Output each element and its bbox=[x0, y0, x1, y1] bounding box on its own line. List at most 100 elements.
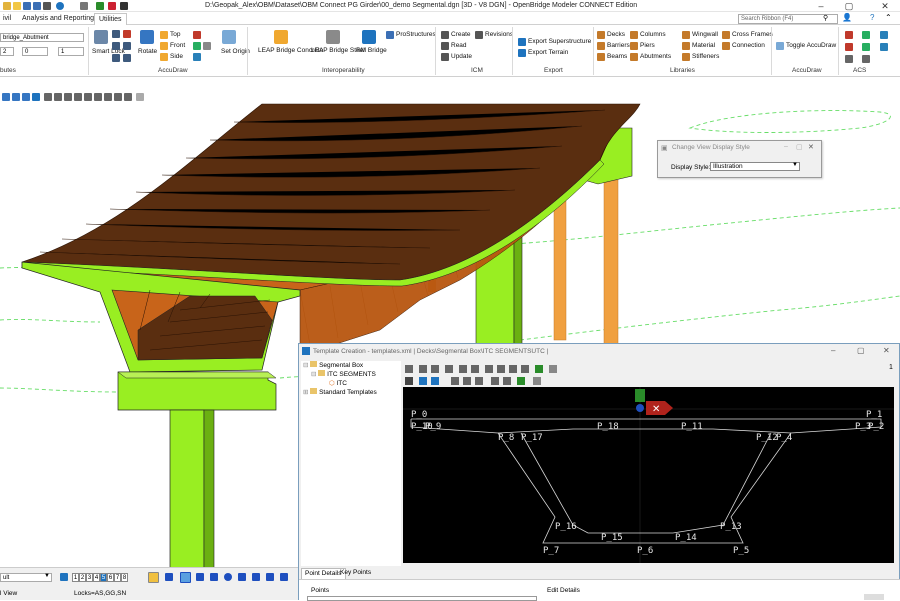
tool-icon[interactable] bbox=[459, 365, 467, 373]
acs-icon[interactable] bbox=[880, 43, 888, 51]
icm-update-label[interactable]: Update bbox=[451, 53, 472, 60]
snap-mode-icon[interactable] bbox=[224, 573, 232, 581]
tool-icon[interactable] bbox=[521, 365, 529, 373]
icm-revisions-label[interactable]: Revisions bbox=[485, 31, 513, 38]
pin-icon[interactable] bbox=[96, 2, 104, 10]
side-view-icon[interactable] bbox=[160, 53, 168, 61]
set-origin-icon[interactable] bbox=[222, 30, 236, 44]
lock-icon[interactable] bbox=[112, 30, 120, 38]
export-superstructure-label[interactable]: Export Superstructure bbox=[528, 38, 591, 45]
wingwall-icon[interactable] bbox=[682, 31, 690, 39]
columns-label[interactable]: Columns bbox=[640, 31, 666, 38]
acs-icon[interactable] bbox=[845, 43, 853, 51]
tool-icon[interactable] bbox=[485, 365, 493, 373]
y-axis-icon[interactable] bbox=[193, 42, 201, 50]
user-icon[interactable]: 👤 bbox=[842, 13, 852, 22]
origin-marker[interactable] bbox=[635, 389, 645, 402]
save-icon[interactable] bbox=[23, 2, 31, 10]
value-field-3[interactable]: 1 bbox=[58, 47, 84, 56]
snap-mode-icon[interactable] bbox=[196, 573, 204, 581]
snap-mode-icon[interactable] bbox=[238, 573, 246, 581]
rm-bridge-label[interactable]: RM Bridge bbox=[356, 47, 387, 54]
wingwall-label[interactable]: Wingwall bbox=[692, 31, 718, 38]
help-circle-icon[interactable]: ? bbox=[870, 13, 874, 22]
template-combo[interactable]: bridge_Abutment bbox=[0, 33, 84, 42]
dropdown-arrow-icon[interactable] bbox=[203, 42, 211, 50]
rm-bridge-icon[interactable] bbox=[362, 30, 376, 44]
collapse-ribbon-icon[interactable]: ⌃ bbox=[885, 13, 892, 22]
view-tool-icon[interactable] bbox=[22, 93, 30, 101]
material-label[interactable]: Material bbox=[692, 42, 715, 49]
view-tool-icon[interactable] bbox=[114, 93, 122, 101]
snap-mode-icon[interactable] bbox=[266, 573, 274, 581]
rotate-icon[interactable] bbox=[431, 377, 439, 385]
view-tool-icon[interactable] bbox=[84, 93, 92, 101]
view-tool-icon[interactable] bbox=[94, 93, 102, 101]
chevron-down-icon[interactable]: ▼ bbox=[44, 573, 50, 579]
pan-icon[interactable] bbox=[32, 93, 40, 101]
value-field-2[interactable]: 0 bbox=[22, 47, 48, 56]
pan-hand-icon[interactable] bbox=[419, 377, 427, 385]
revisions-icon[interactable] bbox=[475, 31, 483, 39]
maximize-button[interactable]: ▢ bbox=[796, 143, 803, 151]
export-superstructure-icon[interactable] bbox=[518, 38, 526, 46]
close-button[interactable]: ✕ bbox=[883, 346, 890, 355]
view-tool-icon[interactable] bbox=[104, 93, 112, 101]
lock-icon[interactable] bbox=[112, 42, 120, 50]
snap-mode-icon[interactable] bbox=[180, 572, 191, 583]
view-tool-icon[interactable] bbox=[124, 93, 132, 101]
front-view-icon[interactable] bbox=[160, 42, 168, 50]
snap-mode-icon[interactable] bbox=[210, 573, 218, 581]
icm-read-label[interactable]: Read bbox=[451, 42, 467, 49]
select-arrow-icon[interactable] bbox=[405, 377, 413, 385]
tree-item-standard-templates[interactable]: ⊞ Standard Templates bbox=[303, 388, 377, 396]
front-label[interactable]: Front bbox=[170, 42, 185, 49]
maximize-button[interactable]: ▢ bbox=[857, 346, 865, 355]
print-icon[interactable] bbox=[43, 2, 51, 10]
stiffeners-label[interactable]: Stiffeners bbox=[692, 53, 719, 60]
tool-icon[interactable] bbox=[431, 365, 439, 373]
view-7-button[interactable]: 7 bbox=[114, 573, 121, 582]
view-tool-icon[interactable] bbox=[44, 93, 52, 101]
toggle-accudraw-icon[interactable] bbox=[776, 42, 784, 50]
cross-frames-label[interactable]: Cross Frames bbox=[732, 31, 773, 38]
print-icon[interactable] bbox=[533, 377, 541, 385]
view-2-button[interactable]: 2 bbox=[79, 573, 86, 582]
update-icon[interactable] bbox=[441, 53, 449, 61]
toggle-accudraw-label[interactable]: Toggle AccuDraw bbox=[786, 42, 836, 49]
settings-icon[interactable] bbox=[120, 2, 128, 10]
beams-icon[interactable] bbox=[597, 53, 605, 61]
snap-mode-icon[interactable] bbox=[280, 573, 288, 581]
export-terrain-icon[interactable] bbox=[518, 49, 526, 57]
view-8-button[interactable]: 8 bbox=[121, 573, 128, 582]
apply-check-icon[interactable] bbox=[535, 365, 543, 373]
leap-concrete-label[interactable]: LEAP Bridge Concrete bbox=[258, 47, 323, 54]
stiffeners-icon[interactable] bbox=[682, 53, 690, 61]
tab-analysis-reporting[interactable]: Analysis and Reporting bbox=[18, 13, 98, 25]
leap-concrete-icon[interactable] bbox=[274, 30, 288, 44]
icm-create-label[interactable]: Create bbox=[451, 31, 471, 38]
leap-steel-label[interactable]: LEAP Bridge Steel bbox=[311, 47, 365, 54]
snap-icon[interactable] bbox=[148, 572, 159, 583]
cross-frames-icon[interactable] bbox=[722, 31, 730, 39]
connection-icon[interactable] bbox=[722, 42, 730, 50]
tab-civil[interactable]: ivil bbox=[0, 13, 15, 25]
redo-icon[interactable] bbox=[80, 2, 88, 10]
acs-icon[interactable] bbox=[845, 31, 853, 39]
snap-mode-icon[interactable] bbox=[252, 573, 260, 581]
minimize-button[interactable]: – bbox=[784, 143, 788, 150]
view-tool-icon[interactable] bbox=[136, 93, 144, 101]
value-field-1[interactable]: 2 bbox=[0, 47, 14, 56]
abutments-label[interactable]: Abutments bbox=[640, 53, 671, 60]
prostructures-icon[interactable] bbox=[386, 31, 394, 39]
display-style-select[interactable]: Illustration bbox=[710, 162, 800, 171]
save-as-icon[interactable] bbox=[33, 2, 41, 10]
search-icon[interactable]: ⚲ bbox=[823, 14, 828, 22]
set-origin-label[interactable]: Set Origin bbox=[221, 48, 250, 55]
decks-label[interactable]: Decks bbox=[607, 31, 625, 38]
view-groups-icon[interactable] bbox=[60, 573, 68, 581]
tool-icon[interactable] bbox=[509, 365, 517, 373]
scroll-handle[interactable] bbox=[864, 594, 884, 600]
leap-steel-icon[interactable] bbox=[326, 30, 340, 44]
create-icon[interactable] bbox=[441, 31, 449, 39]
